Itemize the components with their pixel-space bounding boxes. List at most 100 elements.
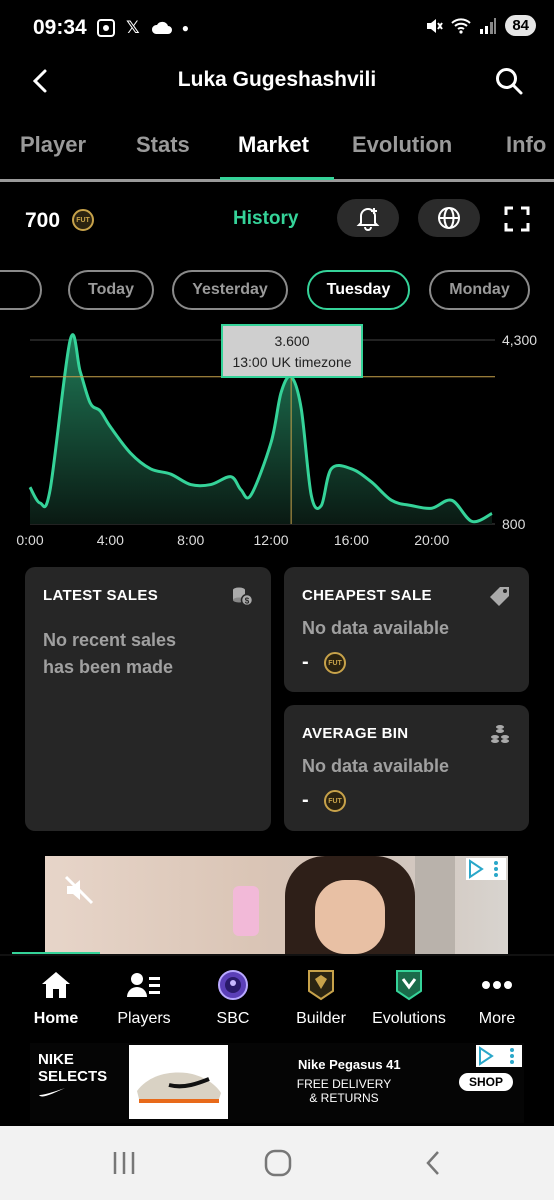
cloud-icon (151, 21, 172, 34)
nav-evolutions-label: Evolutions (372, 1010, 446, 1027)
cheapest-sale-value: - (302, 651, 309, 673)
y-tick-max: 4,300 (502, 332, 537, 348)
chip-yesterday[interactable]: Yesterday (172, 270, 288, 310)
add-alert-button[interactable] (337, 199, 399, 237)
mute-icon[interactable] (63, 874, 95, 906)
signal-icon (480, 17, 497, 34)
y-tick-min: 800 (502, 516, 526, 532)
nav-home[interactable]: Home (11, 968, 101, 1028)
bottom-nav: Home Players SBC Builder Evolutions More (0, 954, 554, 1040)
nav-more-label: More (478, 1010, 516, 1027)
tab-evolution[interactable]: Evolution (352, 132, 452, 158)
x-tick-label: 4:00 (97, 532, 124, 548)
nike-ad-banner[interactable]: NIKE SELECTS Nike Pegasus 41 FREE DELIVE… (30, 1043, 524, 1123)
x-tick-label: 0:00 (16, 532, 43, 548)
sbc-icon (216, 968, 250, 1002)
nav-players[interactable]: Players (99, 968, 189, 1028)
average-bin-value: - (302, 789, 309, 811)
day-selector: Today Yesterday Tuesday Monday (0, 270, 554, 312)
ad-shop-button[interactable]: SHOP (459, 1073, 514, 1091)
nav-evolutions[interactable]: Evolutions (364, 968, 454, 1028)
ad-curtain (415, 856, 455, 954)
x-icon: 𝕏 (126, 18, 140, 37)
average-bin-card: AVERAGE BIN No data available - FUT (284, 705, 529, 831)
page-title: Luka Gugeshashvili (177, 68, 377, 91)
x-tick-label: 8:00 (177, 532, 204, 548)
nav-players-label: Players (117, 1010, 171, 1027)
latest-sales-title: LATEST SALES (43, 587, 158, 604)
home-circle-icon[interactable] (263, 1148, 293, 1178)
price-history-chart[interactable]: 4,300 800 0:00 4:00 8:00 12:00 16:00 20:00 3.… (0, 318, 554, 558)
cheapest-sale-card: CHEAPEST SALE No data available - FUT (284, 567, 529, 692)
tab-indicator (220, 177, 334, 180)
players-icon (127, 968, 161, 1002)
chart-svg: 4,300 800 0:00 4:00 8:00 12:00 16:00 20:00 3.… (16, 324, 537, 548)
fut-coin-icon: FUT (72, 209, 94, 231)
status-time: 09:34 (33, 16, 87, 39)
ad-title: Nike Pegasus 41 (298, 1057, 401, 1072)
chip-tuesday[interactable]: Tuesday (307, 270, 410, 310)
status-bar: 09:34 𝕏 ● 84 (0, 0, 554, 56)
average-bin-message: No data available (302, 756, 450, 776)
tab-stats[interactable]: Stats (136, 132, 190, 158)
nav-sbc-label: SBC (216, 1010, 250, 1027)
nav-builder-label: Builder (296, 1010, 346, 1027)
ad-face (315, 880, 385, 954)
system-nav-bar (0, 1126, 554, 1200)
tab-info[interactable]: Info (506, 132, 546, 158)
bell-plus-icon (356, 208, 380, 231)
coins-dollar-icon: $ (233, 587, 253, 607)
globe-icon (438, 207, 460, 229)
nike-swoosh-icon (39, 1088, 65, 1097)
history-link[interactable]: History (233, 208, 298, 230)
tab-market[interactable]: Market (238, 132, 309, 158)
chip-monday[interactable]: Monday (429, 270, 530, 310)
x-tick-label: 16:00 (334, 532, 369, 548)
dot-icon: ● (181, 21, 189, 35)
ad-brand: NIKE SELECTS (38, 1051, 107, 1102)
fullscreen-icon[interactable] (504, 206, 530, 232)
wifi-icon (451, 17, 472, 34)
cheapest-sale-title: CHEAPEST SALE (302, 587, 432, 604)
tooltip-caption: 13:00 UK timezone (232, 354, 351, 370)
fut-coin-icon: FUT (324, 652, 346, 674)
average-bin-title: AVERAGE BIN (302, 725, 409, 742)
system-back-icon[interactable] (419, 1148, 449, 1178)
nav-builder[interactable]: Builder (276, 968, 366, 1028)
tab-player[interactable]: Player (20, 132, 86, 158)
ad-choices-icon[interactable] (476, 1045, 522, 1067)
battery-badge: 84 (505, 15, 536, 36)
chip-today[interactable]: Today (68, 270, 154, 310)
nav-sbc[interactable]: SBC (188, 968, 278, 1028)
cheapest-sale-message: No data available (302, 618, 450, 638)
search-icon[interactable] (494, 66, 524, 96)
mute-icon (427, 18, 444, 33)
fut-coin-icon: FUT (324, 790, 346, 812)
x-tick-label: 20:00 (414, 532, 449, 548)
coin-stack-icon (491, 725, 509, 743)
price-row: 700 FUT History (0, 195, 554, 245)
nav-more[interactable]: More (452, 968, 542, 1028)
nav-home-label: Home (33, 1010, 79, 1027)
evolutions-icon (392, 968, 426, 1002)
ad-choices-icon[interactable] (466, 858, 506, 880)
ad-subtitle: FREE DELIVERY & RETURNS (296, 1077, 392, 1105)
price-tag-icon (490, 587, 509, 606)
more-dots-icon (480, 968, 514, 1002)
price-value: 700 (25, 209, 61, 232)
app-header: Luka Gugeshashvili (0, 56, 554, 106)
latest-sales-message: No recent sales has been made (43, 630, 177, 677)
region-button[interactable] (418, 199, 480, 237)
video-ad[interactable] (45, 856, 508, 954)
ad-bottle (233, 886, 259, 936)
chip-partial[interactable] (0, 270, 42, 310)
home-icon (39, 968, 73, 1002)
ad-shoe-image (129, 1045, 228, 1119)
recent-apps-icon[interactable] (109, 1148, 139, 1178)
tab-bar: Player Stats Market Evolution Info (0, 120, 554, 182)
builder-icon (304, 968, 338, 1002)
x-tick-label: 12:00 (254, 532, 289, 548)
svg-text:$: $ (245, 597, 250, 606)
screenshot-icon (97, 19, 115, 37)
latest-sales-card: LATEST SALES $ No recent sales has been … (25, 567, 271, 831)
